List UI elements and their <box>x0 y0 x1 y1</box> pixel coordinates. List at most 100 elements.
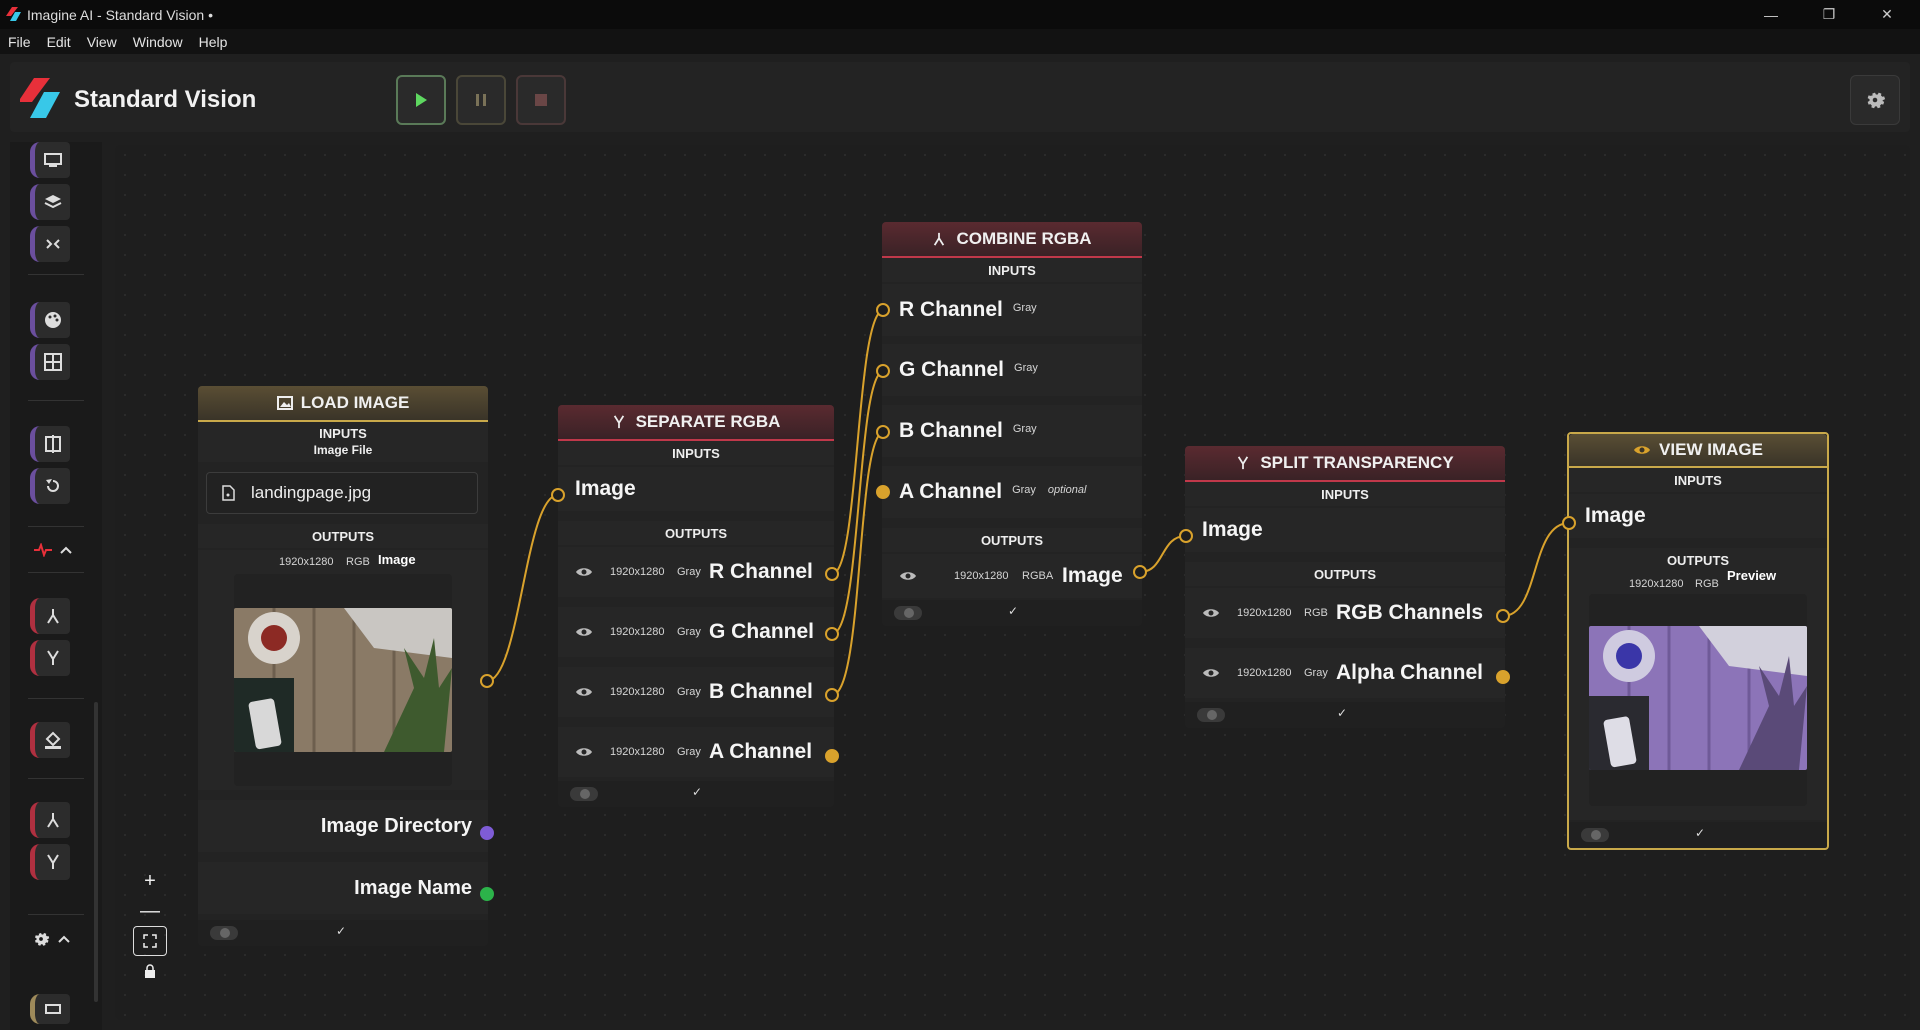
pause-button[interactable] <box>456 75 506 125</box>
sidebar-layers-button[interactable] <box>30 184 70 220</box>
view-input-port[interactable] <box>1562 516 1576 530</box>
fit-icon <box>143 934 157 948</box>
inputs-label: INPUTS <box>1185 482 1505 506</box>
node-title: LOAD IMAGE <box>300 393 410 412</box>
combine-rgba-node[interactable]: COMBINE RGBA INPUTS R Channel Gray G Cha… <box>882 222 1142 626</box>
b-output-port[interactable] <box>825 688 839 702</box>
image-name-row: Image Name <box>198 862 488 914</box>
image-directory-row: Image Directory <box>198 800 488 852</box>
a-output-port[interactable] <box>825 749 839 763</box>
output-size: 1920x1280 <box>610 566 665 578</box>
split-input-port[interactable] <box>1179 529 1193 543</box>
stop-button[interactable] <box>516 75 566 125</box>
output-name: RGB Channels <box>1336 601 1484 624</box>
sidebar-section-toggle-2[interactable] <box>32 928 80 950</box>
r-output-port[interactable] <box>825 567 839 581</box>
combine-b-input-port[interactable] <box>876 425 890 439</box>
combine-rgba-header[interactable]: COMBINE RGBA <box>882 222 1142 258</box>
check-icon[interactable]: ✓ <box>1008 604 1018 618</box>
zoom-out-button[interactable]: — <box>133 896 167 926</box>
fit-view-button[interactable] <box>133 926 167 956</box>
eye-icon[interactable] <box>575 686 593 698</box>
separate-rgba-header[interactable]: SEPARATE RGBA <box>558 405 834 441</box>
sidebar-merge-button-2[interactable] <box>30 802 70 838</box>
sidebar-fork-button-2[interactable] <box>30 844 70 880</box>
play-button[interactable] <box>396 75 446 125</box>
image-name-port[interactable] <box>480 887 494 901</box>
separate-input-port[interactable] <box>551 488 565 502</box>
sidebar-rotate-button[interactable] <box>30 468 70 504</box>
separate-rgba-node[interactable]: SEPARATE RGBA INPUTS Image OUTPUTS 1920x… <box>558 405 834 807</box>
brand-title: Standard Vision <box>74 86 257 113</box>
menu-help[interactable]: Help <box>199 34 228 50</box>
eye-icon[interactable] <box>899 570 917 582</box>
eye-icon[interactable] <box>1202 607 1220 619</box>
alpha-output-port[interactable] <box>1496 670 1510 684</box>
eye-icon[interactable] <box>575 566 593 578</box>
combine-g-input-port[interactable] <box>876 364 890 378</box>
g-output-port[interactable] <box>825 627 839 641</box>
node-toggle[interactable] <box>1581 828 1609 842</box>
lock-button[interactable] <box>133 956 167 986</box>
menu-window[interactable]: Window <box>133 34 183 50</box>
node-toggle[interactable] <box>1197 708 1225 722</box>
node-toggle[interactable] <box>570 787 598 801</box>
check-icon[interactable]: ✓ <box>692 785 702 799</box>
image-directory-port[interactable] <box>480 826 494 840</box>
menu-file[interactable]: File <box>8 34 31 50</box>
menu-view[interactable]: View <box>87 34 117 50</box>
sidebar-section-toggle-1[interactable] <box>34 539 80 561</box>
sidebar-split-button[interactable] <box>30 226 70 262</box>
preview-thumbnail <box>234 608 452 752</box>
node-title: COMBINE RGBA <box>956 229 1092 248</box>
node-toggle[interactable] <box>210 926 238 940</box>
combine-output-port[interactable] <box>1133 565 1147 579</box>
pulse-icon <box>34 543 52 557</box>
output-size: 1920x1280 <box>1237 607 1292 619</box>
sidebar-fill-button[interactable] <box>30 722 70 758</box>
node-toggle[interactable] <box>894 606 922 620</box>
output-mode: RGB <box>1695 578 1719 590</box>
sidebar-fork-button[interactable] <box>30 640 70 676</box>
eye-icon[interactable] <box>575 746 593 758</box>
output-row-g: 1920x1280 Gray G Channel <box>558 607 834 657</box>
sidebar-scrollbar[interactable] <box>94 702 98 1002</box>
sidebar-merge-button[interactable] <box>30 598 70 634</box>
input-image-label: Image <box>1202 518 1263 541</box>
eye-icon[interactable] <box>1202 667 1220 679</box>
close-button[interactable]: ✕ <box>1858 0 1916 29</box>
zoom-in-button[interactable]: + <box>133 866 167 896</box>
output-mode: Gray <box>677 566 701 578</box>
combine-a-input-port[interactable] <box>876 485 890 499</box>
split-transparency-header[interactable]: SPLIT TRANSPARENCY <box>1185 446 1505 482</box>
output-name: G Channel <box>709 620 815 643</box>
sidebar-extra-button[interactable] <box>30 994 70 1024</box>
sidebar-grid-button[interactable] <box>30 344 70 380</box>
load-image-output-port[interactable] <box>480 674 494 688</box>
output-mode: Gray <box>677 686 701 698</box>
sidebar-compare-button[interactable] <box>30 426 70 462</box>
sidebar-monitor-button[interactable] <box>30 142 70 178</box>
view-image-header[interactable]: VIEW IMAGE <box>1569 434 1827 468</box>
image-name-label: Image Name <box>354 876 472 899</box>
view-image-node[interactable]: VIEW IMAGE INPUTS Image OUTPUTS 1920x128… <box>1567 432 1829 850</box>
settings-button[interactable] <box>1850 75 1900 125</box>
optional-tag: optional <box>1047 484 1087 496</box>
combine-r-input-port[interactable] <box>876 303 890 317</box>
check-icon[interactable]: ✓ <box>1695 826 1705 840</box>
load-image-header[interactable]: LOAD IMAGE <box>198 386 488 422</box>
minimize-button[interactable]: — <box>1742 0 1800 29</box>
fork-icon <box>613 415 624 429</box>
merge-icon <box>46 813 59 828</box>
load-image-node[interactable]: LOAD IMAGE INPUTS Image File landingpage… <box>198 386 488 946</box>
sidebar-palette-button[interactable] <box>30 302 70 338</box>
menu-edit[interactable]: Edit <box>47 34 71 50</box>
image-file-picker[interactable]: landingpage.jpg <box>206 472 478 514</box>
split-transparency-node[interactable]: SPLIT TRANSPARENCY INPUTS Image OUTPUTS … <box>1185 446 1505 728</box>
eye-icon[interactable] <box>575 626 593 638</box>
check-icon[interactable]: ✓ <box>1337 706 1347 720</box>
check-icon[interactable]: ✓ <box>336 924 346 938</box>
output-row-b: 1920x1280 Gray B Channel <box>558 667 834 717</box>
restore-button[interactable]: ❐ <box>1800 0 1858 29</box>
rgb-output-port[interactable] <box>1496 609 1510 623</box>
